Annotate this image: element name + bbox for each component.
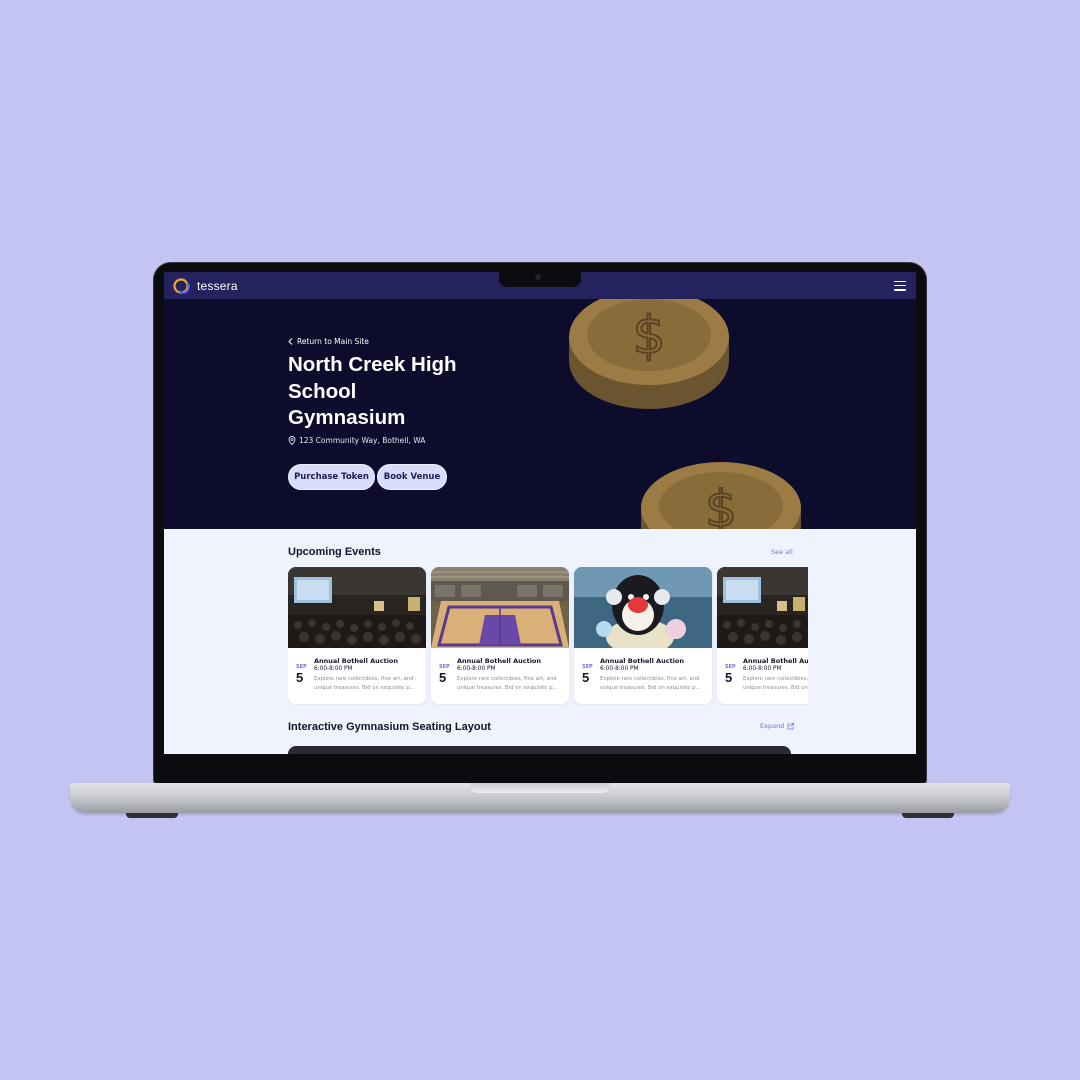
camera-notch: [499, 271, 581, 287]
event-card[interactable]: SEP 5 Annual Bothell Auction 6:00-8:00 P…: [288, 567, 426, 704]
event-time: 6:00-8:00 PM: [457, 666, 496, 672]
venue-address: 123 Community Way, Bothell, WA: [288, 436, 425, 445]
event-title: Annual Bothell Auction: [314, 657, 399, 665]
book-venue-button[interactable]: Book Venue: [377, 464, 447, 490]
chevron-left-icon: [288, 338, 293, 345]
brand[interactable]: tessera: [172, 277, 238, 295]
purchase-token-button[interactable]: Purchase Token: [288, 464, 375, 490]
hamburger-menu-icon[interactable]: [894, 280, 906, 291]
event-description: Explore rare collectibles, fine art, and…: [600, 676, 701, 691]
events-carousel[interactable]: SEP 5 Annual Bothell Auction 6:00-8:00 P…: [288, 567, 808, 705]
dollar-coin-bottom-icon: $: [641, 462, 801, 529]
auction-hall-image: [288, 567, 426, 648]
laptop-base-lip: [470, 783, 610, 793]
svg-text:$: $: [705, 480, 737, 529]
event-time: 6:00-8:00 PM: [600, 666, 639, 672]
event-card[interactable]: SEP 5 Annual Bothell Auction 6:00-8:00 P…: [574, 567, 712, 704]
expand-label: Expand: [760, 722, 785, 730]
gymnasium-court-image: [431, 567, 569, 648]
event-time: 6:00-8:00 PM: [743, 666, 782, 672]
expand-link[interactable]: Expand: [760, 722, 795, 730]
return-to-main-site-link[interactable]: Return to Main Site: [288, 337, 369, 346]
event-description: Explore rare collectibles, fine art, and…: [314, 676, 415, 691]
upcoming-events-heading: Upcoming Events: [288, 546, 381, 558]
gymnasium-court-photo: [431, 567, 569, 648]
penguin-plush-photo: [574, 567, 712, 648]
event-day: 5: [582, 670, 590, 685]
see-all-link[interactable]: See all: [771, 548, 793, 556]
svg-text:$: $: [632, 306, 665, 366]
return-link-label: Return to Main Site: [297, 337, 369, 346]
event-description: Explore rare collectibles, fine art, and…: [457, 676, 558, 691]
event-title: Annual Bothell Auction: [457, 657, 542, 665]
tessera-logo-icon: [173, 277, 190, 294]
event-day: 5: [296, 670, 304, 685]
laptop-foot-left: [126, 813, 178, 818]
brand-name: tessera: [197, 278, 238, 293]
auction-hall-photo: [288, 567, 426, 648]
event-card[interactable]: SEP 5 Annual Bothell Auction 6:00-8:00 P…: [431, 567, 569, 704]
event-title: Annual Bothell Auction: [743, 657, 808, 665]
address-text: 123 Community Way, Bothell, WA: [299, 436, 426, 445]
event-card[interactable]: SEP 5 Annual Bothell Auction 6:00-8:00 P…: [717, 567, 808, 704]
event-description: Explore rare collectibles, fine art, and…: [743, 676, 808, 691]
venue-title: North Creek High School Gymnasium: [288, 353, 457, 429]
dollar-coin-top-icon: $: [569, 299, 729, 409]
laptop-screen: tessera $ $ Return to Main Site North Cr…: [164, 272, 916, 754]
auction-hall-photo: [717, 567, 808, 648]
external-link-icon: [787, 722, 795, 729]
penguin-plush-image: [574, 567, 712, 648]
camera-icon: [535, 274, 541, 280]
event-time: 6:00-8:00 PM: [314, 666, 353, 672]
event-title: Annual Bothell Auction: [600, 657, 685, 665]
seating-layout-panel[interactable]: [288, 746, 791, 754]
event-day: 5: [725, 670, 733, 685]
seating-layout-heading: Interactive Gymnasium Seating Layout: [288, 721, 491, 733]
venue-hero: $ $ Return to Main Site North Creek High…: [164, 299, 916, 529]
event-day: 5: [439, 670, 447, 685]
location-pin-icon: [288, 436, 296, 445]
laptop-foot-right: [902, 813, 954, 818]
auction-hall-image: [717, 567, 808, 648]
